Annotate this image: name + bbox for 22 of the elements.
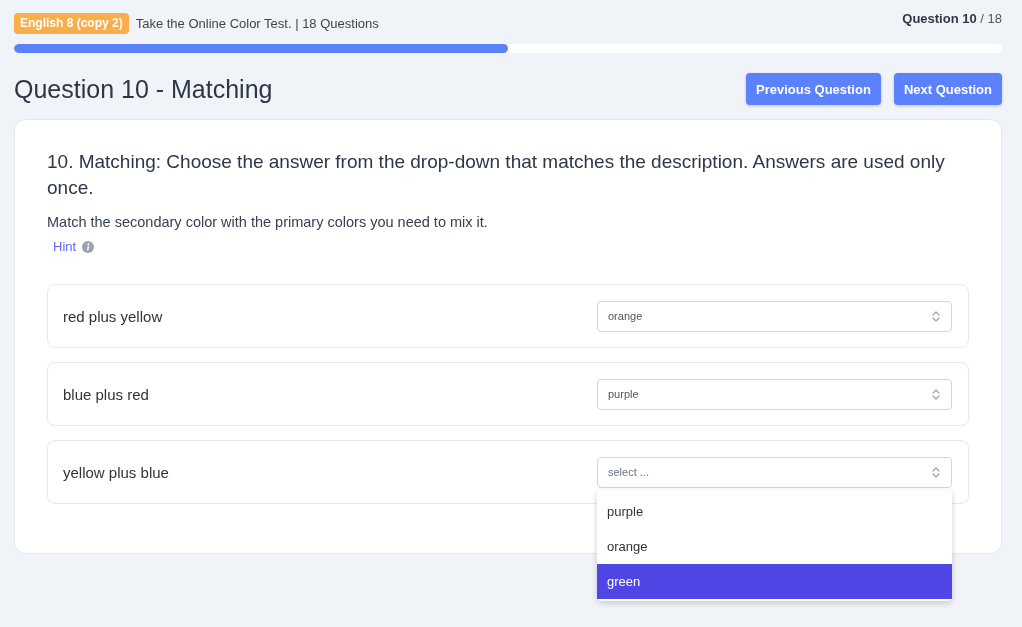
info-icon [82,240,95,253]
select-field[interactable]: select ... [597,456,952,488]
question-counter: Question 10 / 18 [902,11,1002,26]
dropdown-option[interactable]: green [597,563,952,599]
question-text: 10. Matching: Choose the answer from the drop-down that matches the description. Answers are used only once. [47,150,946,200]
dropdown-option[interactable]: purple [597,493,952,529]
course-badge: English 8 (copy 2) [14,13,129,34]
chevron-updown-icon [932,465,940,479]
chevron-updown-icon [932,387,940,401]
matching-prompt: red plus yellow [63,307,163,325]
select-field[interactable]: orange [597,300,952,332]
test-subtitle: Take the Online Color Test. | 18 Questions [135,16,379,31]
instruction-text: Match the secondary color with the primary colors you need to mix it. [47,214,489,230]
previous-button[interactable]: Previous Question [746,73,881,105]
dropdown-option[interactable]: orange [597,528,952,564]
next-button[interactable]: Next Question [893,73,1002,105]
hint-link[interactable]: Hint [53,239,77,254]
chevron-updown-icon [932,309,940,323]
matching-prompt: blue plus red [63,385,149,403]
select-field[interactable]: purple [597,378,952,410]
question-title: Question 10 - Matching [14,74,273,104]
matching-prompt: yellow plus blue [63,463,169,481]
